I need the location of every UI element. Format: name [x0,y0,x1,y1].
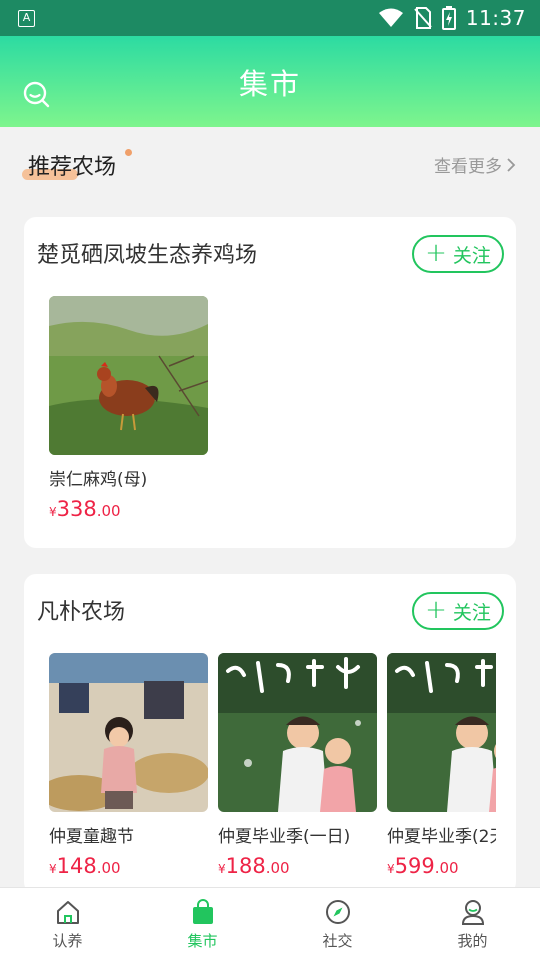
farm-name: 楚觅硒凤坡生态养鸡场 [37,243,258,268]
compass-icon [325,899,350,924]
wifi-icon [378,8,403,27]
graduation-photo[interactable] [218,653,377,812]
app-notification-icon: A [18,9,35,27]
user-icon [461,899,484,925]
view-more-link[interactable]: 查看更多 [434,152,516,177]
farm-card[interactable]: 楚觅硒凤坡生态养鸡场 + 关注 崇仁麻鸡(母) ¥338.00 [24,217,516,548]
tab-label: 认养 [52,931,83,950]
product-name: 仲夏毕业季(一日) [218,827,351,847]
product-name: 崇仁麻鸡(母) [49,470,148,490]
product-price: ¥599.00 [387,854,459,878]
tab-adopt[interactable]: 认养 [0,888,135,960]
view-more-label: 查看更多 [434,157,502,177]
follow-label: 关注 [452,244,491,267]
chevron-right-icon [507,157,516,172]
status-bar: A 11:37 [0,0,540,36]
tab-social[interactable]: 社交 [270,888,405,960]
follow-button[interactable]: + 关注 [412,592,504,630]
search-icon[interactable] [22,80,50,108]
tab-profile[interactable]: 我的 [405,888,540,960]
product-item[interactable]: 仲夏童趣节 ¥148.00 [49,653,208,878]
product-item[interactable]: 崇仁麻鸡(母) ¥338.00 [49,296,208,521]
tab-label: 我的 [457,931,488,950]
product-list: 崇仁麻鸡(母) ¥338.00 [49,296,496,556]
product-name: 仲夏童趣节 [49,827,134,847]
plus-icon: + [425,238,447,268]
product-name: 仲夏毕业季(2天) [387,827,496,847]
shopping-bag-icon [192,898,213,924]
section-title: 推荐农场 [28,155,117,180]
child-hay-photo[interactable] [49,653,208,812]
tab-label: 集市 [187,931,218,950]
plus-icon: + [425,595,447,625]
graduation-photo[interactable] [387,653,496,812]
page-title: 集市 [238,66,301,101]
tab-market[interactable]: 集市 [135,888,270,960]
product-list[interactable]: 仲夏童趣节 ¥148.00 仲夏毕业季(一日) ¥188.00 仲夏毕业季(2 … [49,653,496,894]
product-price: ¥338.00 [49,497,121,521]
app-header: 集市 [0,36,540,127]
product-price: ¥188.00 [218,854,290,878]
home-icon [56,900,79,924]
follow-button[interactable]: + 关注 [412,235,504,273]
farm-card[interactable]: 凡朴农场 + 关注 仲夏童趣节 ¥148.00 仲夏毕业季(一日) ¥188.0… [24,574,516,894]
battery-charging-icon [441,6,456,30]
product-price: ¥148.00 [49,854,121,878]
farm-name: 凡朴农场 [37,600,126,625]
clock: 11:37 [465,6,526,30]
recommend-section-header: 推荐农场 查看更多 [0,127,540,207]
product-item[interactable]: 仲夏毕业季(2天) ¥599.00 [387,653,496,878]
title-dot [125,149,132,156]
product-item[interactable]: 仲夏毕业季(一日) ¥188.00 [218,653,377,878]
bottom-tab-bar: 认养 集市 社交 我的 [0,887,540,960]
follow-label: 关注 [452,601,491,624]
tab-label: 社交 [322,931,353,950]
no-sim-icon [414,7,432,29]
hen-photo[interactable] [49,296,208,455]
